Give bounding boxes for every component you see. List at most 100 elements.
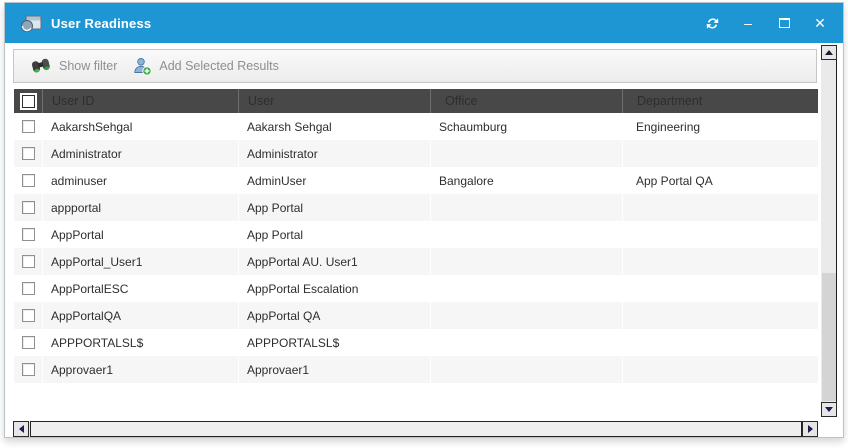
cell-user: AppPortal QA: [238, 302, 430, 329]
row-checkbox-cell: [14, 302, 42, 329]
table-row[interactable]: APPPORTALSL$ APPPORTALSL$: [14, 329, 818, 356]
vertical-scrollbar-thumb[interactable]: [822, 273, 836, 401]
row-checkbox[interactable]: [22, 201, 35, 214]
cell-department: [622, 140, 818, 167]
cell-user-id: Administrator: [42, 140, 238, 167]
show-filter-label: Show filter: [59, 59, 117, 73]
window-controls: – ✕: [699, 10, 833, 36]
scroll-down-button[interactable]: [821, 402, 837, 417]
cell-department: [622, 329, 818, 356]
cell-user-id: AppPortalESC: [42, 275, 238, 302]
row-checkbox-cell: [14, 356, 42, 383]
row-checkbox-cell: [14, 329, 42, 356]
arrow-left-icon: [19, 425, 24, 433]
cell-user: AppPortal AU. User1: [238, 248, 430, 275]
cell-user-id: APPPORTALSL$: [42, 329, 238, 356]
select-all-checkbox[interactable]: [22, 95, 35, 108]
arrow-up-icon: [825, 50, 833, 55]
table-row[interactable]: AakarshSehgal Aakarsh Sehgal Schaumburg …: [14, 113, 818, 140]
cell-department: [622, 221, 818, 248]
horizontal-scrollbar-thumb[interactable]: [30, 421, 802, 437]
window-title: User Readiness: [51, 16, 151, 31]
row-checkbox[interactable]: [22, 255, 35, 268]
table-row[interactable]: AppPortalQA AppPortal QA: [14, 302, 818, 329]
row-checkbox[interactable]: [22, 363, 35, 376]
app-icon: [19, 12, 43, 34]
cell-user-id: adminuser: [42, 167, 238, 194]
cell-user-id: appportal: [42, 194, 238, 221]
cell-office: [430, 329, 622, 356]
cell-office: [430, 356, 622, 383]
table-row[interactable]: Approvaer1 Approvaer1: [14, 356, 818, 383]
user-readiness-window: User Readiness – ✕: [4, 2, 844, 438]
horizontal-scrollbar[interactable]: [13, 421, 818, 437]
cell-user: Approvaer1: [238, 356, 430, 383]
cell-office: [430, 275, 622, 302]
row-checkbox-cell: [14, 167, 42, 194]
row-checkbox[interactable]: [22, 147, 35, 160]
row-checkbox-cell: [14, 194, 42, 221]
window-content: Show filter Add Selected Results: [5, 43, 843, 437]
cell-office: [430, 140, 622, 167]
cell-user: Aakarsh Sehgal: [238, 113, 430, 140]
table-row[interactable]: appportal App Portal: [14, 194, 818, 221]
close-button[interactable]: ✕: [807, 10, 833, 36]
row-checkbox[interactable]: [22, 174, 35, 187]
table-row[interactable]: AppPortal_User1 AppPortal AU. User1: [14, 248, 818, 275]
select-all-cell: [14, 89, 42, 113]
cell-user-id: AppPortalQA: [42, 302, 238, 329]
cell-user: APPPORTALSL$: [238, 329, 430, 356]
binoculars-icon: [30, 57, 52, 75]
cell-department: [622, 356, 818, 383]
table-row[interactable]: AppPortal App Portal: [14, 221, 818, 248]
row-checkbox-cell: [14, 248, 42, 275]
user-table: User ID User Office Department AakarshSe…: [14, 89, 818, 383]
cell-user: App Portal: [238, 194, 430, 221]
row-checkbox[interactable]: [22, 228, 35, 241]
table-header: User ID User Office Department: [14, 89, 818, 113]
row-checkbox-cell: [14, 221, 42, 248]
add-selected-results-button[interactable]: Add Selected Results: [127, 53, 289, 80]
scroll-up-button[interactable]: [821, 45, 837, 60]
row-checkbox-cell: [14, 113, 42, 140]
maximize-button[interactable]: [771, 10, 797, 36]
cell-department: [622, 275, 818, 302]
row-checkbox[interactable]: [22, 336, 35, 349]
row-checkbox[interactable]: [22, 282, 35, 295]
cell-office: [430, 194, 622, 221]
show-filter-button[interactable]: Show filter: [24, 53, 127, 79]
row-checkbox-cell: [14, 275, 42, 302]
cell-user-id: AppPortal: [42, 221, 238, 248]
scroll-right-button[interactable]: [802, 421, 818, 437]
table-row[interactable]: adminuser AdminUser Bangalore App Portal…: [14, 167, 818, 194]
cell-user-id: AppPortal_User1: [42, 248, 238, 275]
cell-department: [622, 248, 818, 275]
titlebar[interactable]: User Readiness – ✕: [5, 3, 843, 43]
maximize-icon: [779, 18, 790, 28]
cell-user: App Portal: [238, 221, 430, 248]
table-body: AakarshSehgal Aakarsh Sehgal Schaumburg …: [14, 113, 818, 383]
row-checkbox[interactable]: [22, 120, 35, 133]
cell-user: Administrator: [238, 140, 430, 167]
add-user-icon: [133, 57, 152, 76]
table-row[interactable]: AppPortalESC AppPortal Escalation: [14, 275, 818, 302]
cell-office: Schaumburg: [430, 113, 622, 140]
minimize-button[interactable]: –: [735, 10, 761, 36]
arrow-right-icon: [808, 425, 813, 433]
cell-office: Bangalore: [430, 167, 622, 194]
column-header-user-id[interactable]: User ID: [42, 89, 238, 113]
column-header-user[interactable]: User: [238, 89, 430, 113]
minimize-icon: –: [744, 16, 752, 30]
column-header-office[interactable]: Office: [430, 89, 622, 113]
toolbar: Show filter Add Selected Results: [13, 49, 817, 83]
scroll-left-button[interactable]: [13, 421, 29, 437]
cell-user: AppPortal Escalation: [238, 275, 430, 302]
cell-department: [622, 194, 818, 221]
table-row[interactable]: Administrator Administrator: [14, 140, 818, 167]
arrow-down-icon: [825, 407, 833, 412]
row-checkbox[interactable]: [22, 309, 35, 322]
vertical-scrollbar[interactable]: [821, 45, 837, 417]
refresh-button[interactable]: [699, 10, 725, 36]
cell-department: [622, 302, 818, 329]
column-header-department[interactable]: Department: [622, 89, 818, 113]
